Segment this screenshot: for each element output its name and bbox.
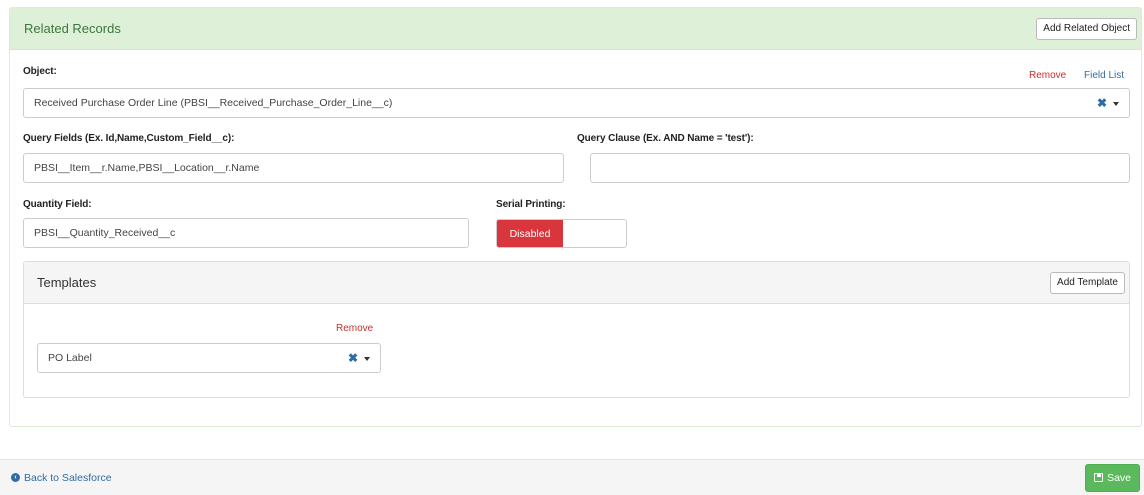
arrow-left-circle-icon: ‹ — [11, 473, 20, 482]
object-select[interactable]: Received Purchase Order Line (PBSI__Rece… — [23, 88, 1130, 118]
field-list-link[interactable]: Field List — [1084, 70, 1124, 81]
footer-bar: ‹ Back to Salesforce Save — [0, 459, 1144, 495]
template-select-value: PO Label — [48, 352, 92, 364]
chevron-down-icon[interactable] — [1113, 102, 1119, 106]
quantity-field-input-wrap[interactable] — [23, 218, 469, 248]
query-fields-input[interactable] — [34, 162, 553, 174]
template-select[interactable]: PO Label ✖ — [37, 343, 381, 373]
object-label: Object: — [23, 66, 57, 77]
add-template-button[interactable]: Add Template — [1050, 271, 1125, 294]
serial-printing-state: Disabled — [497, 220, 563, 247]
chevron-down-icon[interactable] — [364, 357, 370, 361]
templates-title: Templates — [37, 275, 97, 290]
templates-header: Templates Add Template — [24, 262, 1129, 304]
related-records-panel: Related Records Add Related Object Objec… — [9, 7, 1142, 427]
floppy-disk-icon — [1094, 473, 1104, 482]
object-remove-link[interactable]: Remove — [1029, 70, 1066, 81]
object-select-value: Received Purchase Order Line (PBSI__Rece… — [34, 97, 393, 109]
query-fields-input-wrap[interactable] — [23, 153, 564, 183]
back-label: Back to Salesforce — [24, 471, 112, 484]
query-fields-label: Query Fields (Ex. Id,Name,Custom_Field__… — [23, 133, 235, 144]
quantity-field-input[interactable] — [34, 227, 458, 239]
query-clause-label: Query Clause (Ex. AND Name = 'test'): — [577, 133, 754, 144]
add-related-object-button[interactable]: Add Related Object — [1036, 17, 1137, 40]
panel-header: Related Records Add Related Object — [10, 8, 1141, 50]
serial-printing-toggle[interactable]: Disabled — [496, 219, 627, 248]
query-clause-input[interactable] — [601, 162, 1119, 174]
query-clause-input-wrap[interactable] — [590, 153, 1130, 183]
templates-panel: Templates Add Template Remove PO Label ✖ — [23, 261, 1130, 398]
clear-x-icon[interactable]: ✖ — [348, 351, 358, 365]
quantity-field-label: Quantity Field: — [23, 199, 92, 210]
back-to-salesforce-link[interactable]: ‹ Back to Salesforce — [11, 472, 112, 484]
template-remove-link[interactable]: Remove — [336, 323, 373, 334]
save-button[interactable]: Save — [1085, 463, 1140, 492]
panel-title: Related Records — [24, 21, 121, 36]
serial-printing-label: Serial Printing: — [496, 199, 566, 210]
clear-x-icon[interactable]: ✖ — [1097, 96, 1107, 110]
save-label: Save — [1107, 471, 1131, 484]
